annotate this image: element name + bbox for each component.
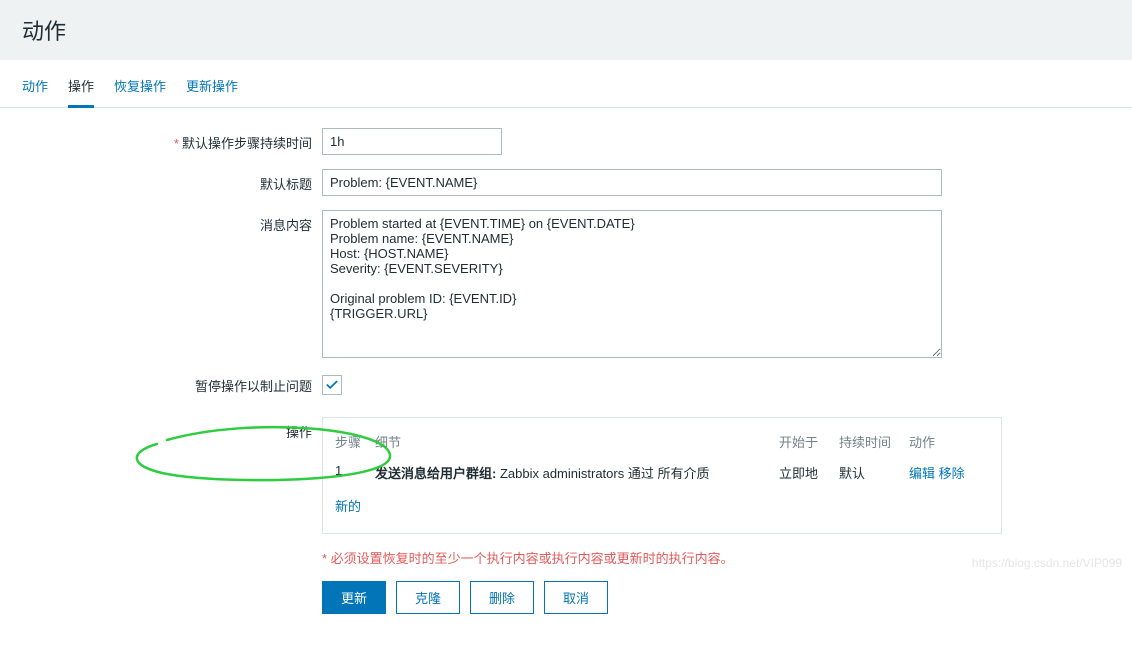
col-action: 动作: [909, 428, 989, 457]
table-row: 1 发送消息给用户群组: Zabbix administrators 通过 所有…: [335, 457, 989, 488]
col-start: 开始于: [779, 428, 839, 457]
page-title: 动作: [0, 0, 1132, 60]
edit-link[interactable]: 编辑: [909, 466, 935, 481]
row-detail: 发送消息给用户群组: Zabbix administrators 通过 所有介质: [375, 457, 779, 488]
new-operation-link[interactable]: 新的: [335, 499, 361, 514]
check-icon: [325, 378, 339, 392]
update-button[interactable]: 更新: [322, 581, 386, 614]
pause-checkbox[interactable]: [322, 375, 342, 395]
row-duration: 默认: [839, 457, 909, 488]
subject-label: 默认标题: [22, 169, 322, 193]
form-area: *默认操作步骤持续时间 默认标题 消息内容 暂停操作以制止问题: [0, 108, 1132, 650]
duration-input[interactable]: [322, 128, 502, 155]
button-row: 更新 克隆 删除 取消: [322, 581, 1110, 614]
table-new-row: 新的: [335, 488, 989, 521]
warning-text: * 必须设置恢复时的至少一个执行内容或执行内容或更新时的执行内容。: [322, 548, 1110, 567]
tab-recovery[interactable]: 恢复操作: [114, 72, 166, 107]
col-duration: 持续时间: [839, 428, 909, 457]
tab-update[interactable]: 更新操作: [186, 72, 238, 107]
tab-bar: 动作 操作 恢复操作 更新操作: [0, 60, 1132, 108]
delete-button[interactable]: 删除: [470, 581, 534, 614]
message-textarea[interactable]: [322, 210, 942, 358]
table-header-row: 步骤 细节 开始于 持续时间 动作: [335, 428, 989, 457]
row-start: 立即地: [779, 457, 839, 488]
col-step: 步骤: [335, 428, 375, 457]
operations-label: 操作: [22, 417, 322, 441]
pause-label: 暂停操作以制止问题: [22, 376, 322, 395]
clone-button[interactable]: 克隆: [396, 581, 460, 614]
tab-operations[interactable]: 操作: [68, 72, 94, 108]
cancel-button[interactable]: 取消: [544, 581, 608, 614]
operations-box: 步骤 细节 开始于 持续时间 动作 1 发送消息给用户群组: [322, 417, 1002, 534]
operations-table: 步骤 细节 开始于 持续时间 动作 1 发送消息给用户群组: [335, 428, 989, 521]
message-label: 消息内容: [22, 210, 322, 234]
remove-link[interactable]: 移除: [939, 466, 965, 481]
tab-action[interactable]: 动作: [22, 72, 48, 107]
duration-label: *默认操作步骤持续时间: [22, 128, 322, 152]
col-detail: 细节: [375, 428, 779, 457]
row-step: 1: [335, 457, 375, 488]
subject-input[interactable]: [322, 169, 942, 196]
